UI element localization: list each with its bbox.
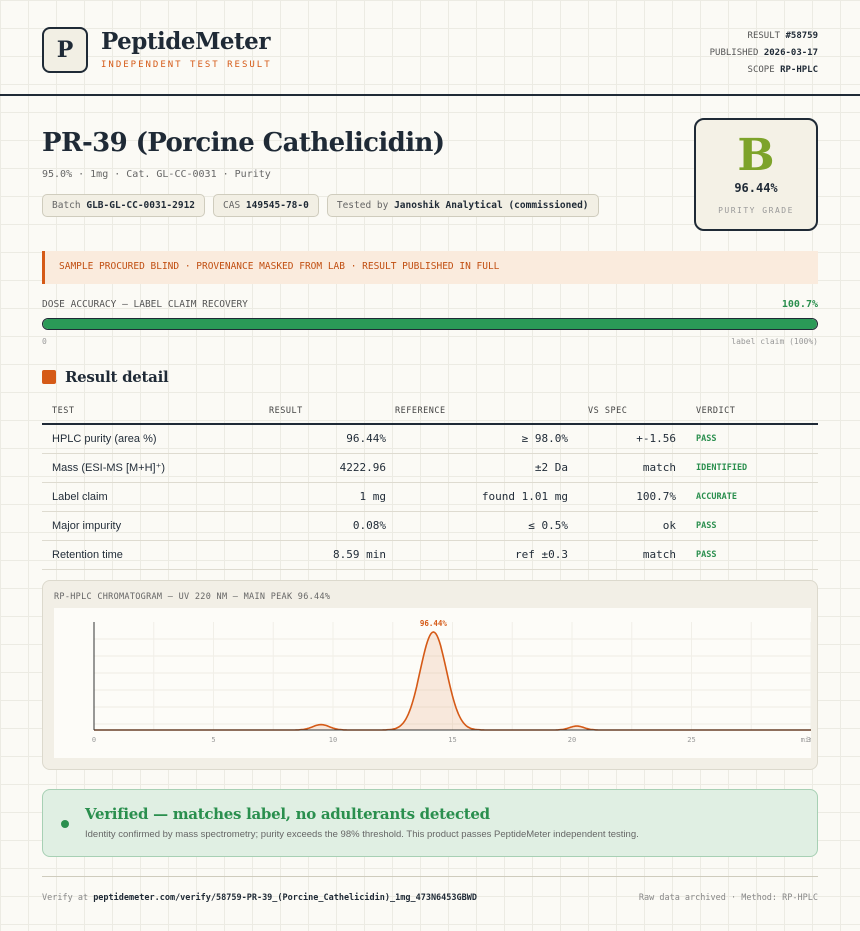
chromatogram-title: RP-HPLC CHROMATOGRAM — UV 220 NM — MAIN …: [54, 592, 331, 602]
purity-grade-card: B 96.44% PURITY GRADE: [694, 118, 818, 231]
cell-reference: ≥ 98.0%: [386, 424, 568, 454]
grade-label: PURITY GRADE: [718, 206, 794, 215]
cell-result: 4222.96: [269, 453, 386, 483]
section-title: Result detail: [65, 368, 169, 386]
procurement-notice: SAMPLE PROCURED BLIND · PROVENANCE MASKE…: [42, 251, 818, 284]
cell-reference: ref ±0.3: [386, 540, 568, 570]
dose-max-label: label claim (100%): [731, 337, 818, 346]
cell-reference: ≤ 0.5%: [386, 511, 568, 541]
col-header-vs-spec: VS SPEC: [568, 398, 676, 425]
chart-x-tick-label: 5: [211, 736, 215, 744]
tested-by-chip: Tested by Janoshik Analytical (commissio…: [326, 194, 599, 217]
cell-vs-spec: ok: [568, 511, 676, 541]
table-row: Retention time 8.59 min ref ±0.3 match P…: [42, 540, 818, 570]
brand-logo: P: [42, 27, 88, 73]
footer-method-note: Raw data archived · Method: RP-HPLC: [638, 893, 818, 903]
cell-result: 8.59 min: [269, 540, 386, 570]
chart-x-tick-label: 0: [92, 736, 96, 744]
section-marker: [42, 370, 56, 384]
brand-name: PeptideMeter: [101, 28, 270, 55]
cell-vs-spec: +-1.56: [568, 424, 676, 454]
chart-x-tick-label: 15: [448, 736, 456, 744]
cell-test: Label claim: [42, 482, 269, 512]
verified-title: Verified — matches label, no adulterants…: [85, 805, 490, 823]
col-header-verdict: VERDICT: [676, 398, 818, 425]
cell-test: Retention time: [42, 540, 269, 570]
verify-link[interactable]: peptidemeter.com/verify/58759-PR-39_(Por…: [93, 893, 477, 903]
cell-vs-spec: 100.7%: [568, 482, 676, 512]
cell-verdict: PASS: [676, 424, 818, 454]
product-title: PR-39 (Porcine Cathelicidin): [42, 128, 445, 158]
cell-vs-spec: match: [568, 540, 676, 570]
cell-verdict: PASS: [676, 540, 818, 570]
cell-test: HPLC purity (area %): [42, 424, 269, 454]
cell-verdict: PASS: [676, 511, 818, 541]
cas-chip: CAS 149545-78-0: [213, 194, 319, 217]
dose-accuracy-value: 100.7%: [781, 299, 818, 310]
col-header-test: TEST: [42, 398, 269, 425]
published-line: PUBLISHED 2026-03-17: [709, 48, 818, 58]
chart-x-unit-label: min: [801, 736, 811, 744]
product-chips: Batch GLB-GL-CC-0031-2912 CAS 149545-78-…: [42, 194, 599, 217]
scope-line: SCOPE RP-HPLC: [747, 65, 818, 75]
report-header: P PeptideMeter INDEPENDENT TEST RESULT R…: [0, 0, 860, 96]
cell-test: Major impurity: [42, 511, 269, 541]
grade-letter: B: [737, 130, 775, 181]
col-header-reference: REFERENCE: [386, 398, 568, 425]
chart-peak-label: 96.44%: [420, 619, 448, 628]
chart-x-tick-label: 25: [687, 736, 695, 744]
chart-x-tick-label: 20: [568, 736, 576, 744]
col-header-result: RESULT: [269, 398, 386, 425]
cell-verdict: ACCURATE: [676, 482, 818, 512]
chromatogram-panel: RP-HPLC CHROMATOGRAM — UV 220 NM — MAIN …: [42, 580, 818, 770]
cell-result: 1 mg: [269, 482, 386, 512]
cell-test: Mass (ESI-MS [M+H]⁺): [42, 453, 269, 483]
table-header-row: TEST RESULT REFERENCE VS SPEC VERDICT: [42, 398, 818, 425]
chart-x-tick-label: 10: [329, 736, 337, 744]
cell-reference: ±2 Da: [386, 453, 568, 483]
verify-label: Verify at: [42, 893, 89, 903]
batch-chip: Batch GLB-GL-CC-0031-2912: [42, 194, 206, 217]
verified-status-dot: [61, 820, 69, 828]
table-row: Major impurity 0.08% ≤ 0.5% ok PASS: [42, 511, 818, 541]
cell-reference: found 1.01 mg: [386, 482, 568, 512]
cell-vs-spec: match: [568, 453, 676, 483]
result-id-line: RESULT #58759: [747, 31, 818, 41]
report-meta: RESULT #58759 PUBLISHED 2026-03-17 SCOPE…: [710, 28, 818, 79]
table-row: Mass (ESI-MS [M+H]⁺) 4222.96 ±2 Da match…: [42, 453, 818, 483]
product-subtitle: 95.0% · 1mg · Cat. GL-CC-0031 · Purity: [42, 169, 271, 180]
grade-percent: 96.44%: [734, 181, 778, 195]
table-row: HPLC purity (area %) 96.44% ≥ 98.0% +-1.…: [42, 424, 818, 454]
dose-accuracy-label: DOSE ACCURACY — LABEL CLAIM RECOVERY: [42, 299, 248, 310]
chromatogram-svg: 051015202530min96.44%: [92, 619, 815, 744]
results-table: TEST RESULT REFERENCE VS SPEC VERDICT HP…: [42, 398, 818, 570]
report-footer: Verify at peptidemeter.com/verify/58759-…: [42, 876, 818, 903]
table-row: Label claim 1 mg found 1.01 mg 100.7% AC…: [42, 482, 818, 512]
dose-progress-track: [42, 318, 818, 330]
brand-subtitle: INDEPENDENT TEST RESULT: [101, 60, 272, 70]
chromatogram-plot-area: 051015202530min96.44%: [54, 608, 815, 758]
cell-verdict: IDENTIFIED: [676, 453, 818, 483]
cell-result: 96.44%: [269, 424, 386, 454]
dose-progress-fill: [43, 319, 817, 329]
verified-banner: Verified — matches label, no adulterants…: [42, 789, 818, 857]
verified-description: Identity confirmed by mass spectrometry;…: [85, 829, 639, 840]
dose-min-label: 0: [42, 337, 47, 346]
cell-result: 0.08%: [269, 511, 386, 541]
